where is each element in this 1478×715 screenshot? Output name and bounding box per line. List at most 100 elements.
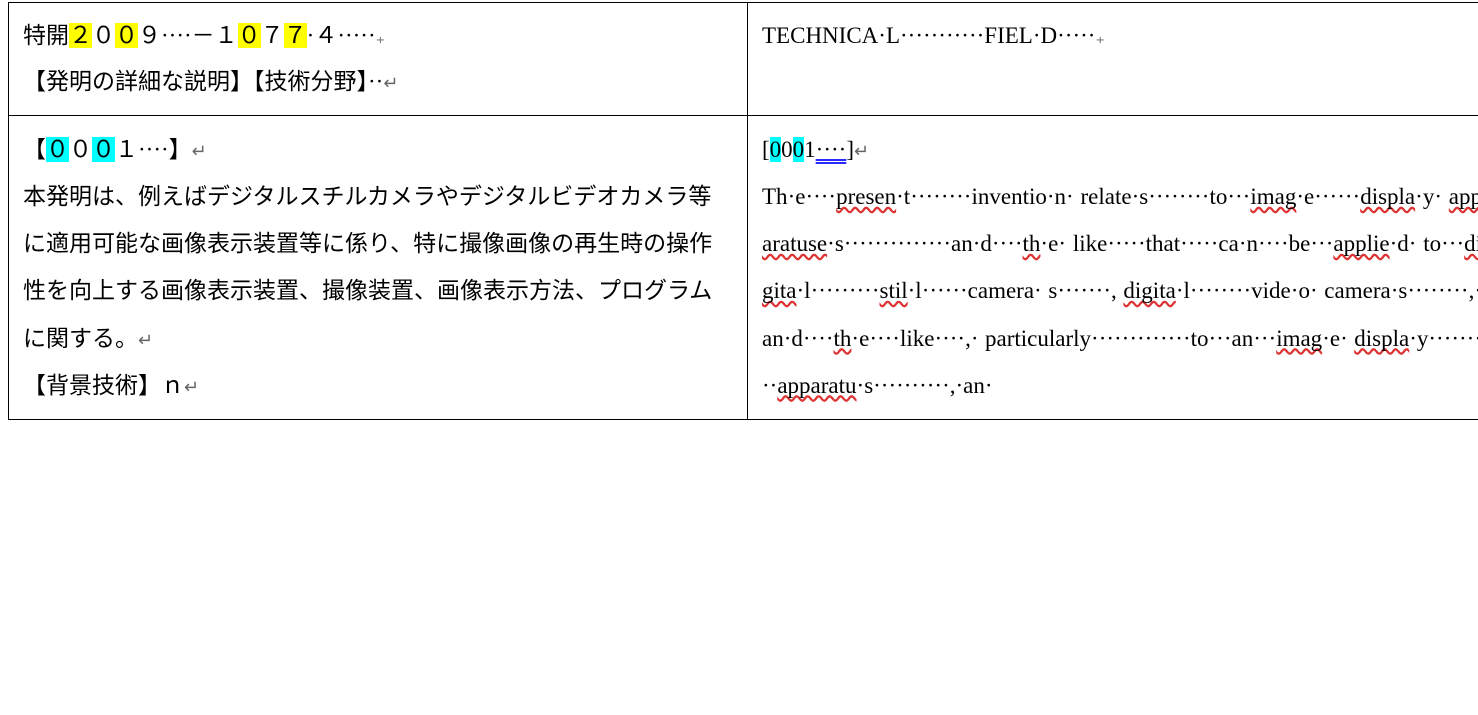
d: · (1415, 184, 1423, 209)
txt: d (1397, 231, 1409, 256)
spellcheck-word: imag (1276, 326, 1322, 351)
txt: e (1304, 184, 1314, 209)
spellcheck-word: apparatu (777, 373, 856, 398)
txt: s (864, 373, 873, 398)
txt: d (980, 231, 992, 256)
d: · (955, 373, 963, 398)
formatting-dots: ····· (337, 23, 375, 48)
d: · (1066, 184, 1074, 209)
d: ··· (1253, 326, 1276, 351)
spellcheck-word: displa (1360, 184, 1415, 209)
spellcheck-word: imag (1250, 184, 1296, 209)
body-cell-en: [0001····]↵ Th·e····presen·t········inve… (748, 116, 1478, 420)
txt: , (1111, 278, 1117, 303)
txt: FIEL (984, 23, 1033, 48)
bracket-open: [ (762, 137, 770, 162)
d: ···· (805, 184, 836, 209)
d: ··· (1227, 184, 1250, 209)
txt: e (795, 184, 805, 209)
formatting-dot: · (1033, 23, 1041, 48)
d: · (1434, 184, 1442, 209)
jp-section-heading: 【発明の詳細な説明】【技術分野】 (23, 69, 368, 94)
en-body-text: Th·e····presen·t········inventio·n· rela… (762, 173, 1478, 409)
formatting-dots: ···· (161, 23, 192, 48)
d: ··· (1310, 231, 1333, 256)
spellcheck-word: applie (1333, 231, 1389, 256)
d: · (1034, 278, 1042, 303)
txt: TECHNICA (762, 23, 878, 48)
para-mark: ↵ (383, 73, 398, 93)
txt: an (762, 326, 784, 351)
txt: ７ (261, 23, 284, 48)
txt: vide (1251, 278, 1291, 303)
jp-body-text: 本発明は、例えばデジタルスチルカメラやデジタルビデオカメラ等に適用可能な画像表示… (23, 173, 733, 362)
d: ····· (1180, 231, 1218, 256)
txt: e (1048, 231, 1058, 256)
txt: D (1041, 23, 1058, 48)
highlight-c-2: ０ (92, 137, 115, 162)
en-section-heading-line: TECHNICA·L···········FIEL·D·····₊ (762, 13, 1478, 59)
txt: s (1398, 278, 1407, 303)
d: · (1047, 184, 1055, 209)
d: ··· (1209, 326, 1232, 351)
txt: like (900, 326, 935, 351)
txt: １ (215, 23, 238, 48)
txt: to (1191, 326, 1209, 351)
spellcheck-word: th (1023, 231, 1041, 256)
d: ·············· (844, 231, 951, 256)
txt: d (791, 326, 803, 351)
d: ············· (1091, 326, 1191, 351)
txt: an (1231, 326, 1253, 351)
document-table: 特開２００９····－１０７７·４·····₊ 【発明の詳細な説明】【技術分野】… (8, 2, 1478, 420)
d: · (1058, 231, 1066, 256)
d: · (1322, 326, 1330, 351)
txt: e (859, 326, 869, 351)
txt: like (1073, 231, 1108, 256)
txt: １ (115, 137, 138, 162)
d: · (1040, 231, 1048, 256)
jp-background-heading: 【背景技術】ｎ↵ (23, 362, 733, 409)
d: ···· (992, 231, 1023, 256)
bracket-close: 】 (169, 137, 192, 162)
d: ······· (1057, 278, 1111, 303)
d: · (896, 184, 904, 209)
d: ·········· (873, 373, 950, 398)
formatting-dots: ···· (138, 137, 169, 162)
d: ······ (922, 278, 968, 303)
para-mark: ↵ (138, 330, 153, 350)
txt: s (835, 231, 844, 256)
d: · (1474, 278, 1478, 303)
d: ···· (803, 326, 834, 351)
d: ···· (869, 326, 900, 351)
body-cell-jp: 【０００１····】↵ 本発明は、例えばデジタルスチルカメラやデジタルビデオカメ… (9, 116, 748, 420)
txt: 【背景技術】ｎ (23, 373, 184, 398)
jp-body: 本発明は、例えばデジタルスチルカメラやデジタルビデオカメラ等に適用可能な画像表示… (23, 184, 712, 350)
d: · (851, 326, 859, 351)
highlight-y-4: ７ (284, 23, 307, 48)
d: ········ (1148, 184, 1209, 209)
txt: 0 (781, 137, 793, 162)
d: ······ (1314, 184, 1360, 209)
txt: s (1139, 184, 1148, 209)
txt: inventio (971, 184, 1046, 209)
formatting-dots: ··········· (900, 23, 984, 48)
txt: camera (968, 278, 1034, 303)
formatting-dots: ····· (1057, 23, 1095, 48)
jp-para-number-line: 【０００１····】↵ (23, 126, 733, 173)
highlight-c-4: 0 (793, 137, 805, 162)
highlight-y-2: ０ (115, 23, 138, 48)
d: ···· (934, 326, 965, 351)
txt: that (1146, 231, 1181, 256)
header-cell-jp: 特開２００９····－１０７７·４·····₊ 【発明の詳細な説明】【技術分野】… (9, 3, 748, 116)
bracket-open: 【 (23, 137, 46, 162)
jp-prefix: 特開 (23, 23, 69, 48)
d: · (985, 373, 993, 398)
highlight-y-3: ０ (238, 23, 261, 48)
txt: ０ (69, 137, 92, 162)
txt: be (1289, 231, 1311, 256)
d: ········· (811, 278, 880, 303)
txt: an (963, 373, 985, 398)
d: ········ (1407, 278, 1468, 303)
d: ··· (1441, 231, 1464, 256)
txt: camera (1324, 278, 1390, 303)
